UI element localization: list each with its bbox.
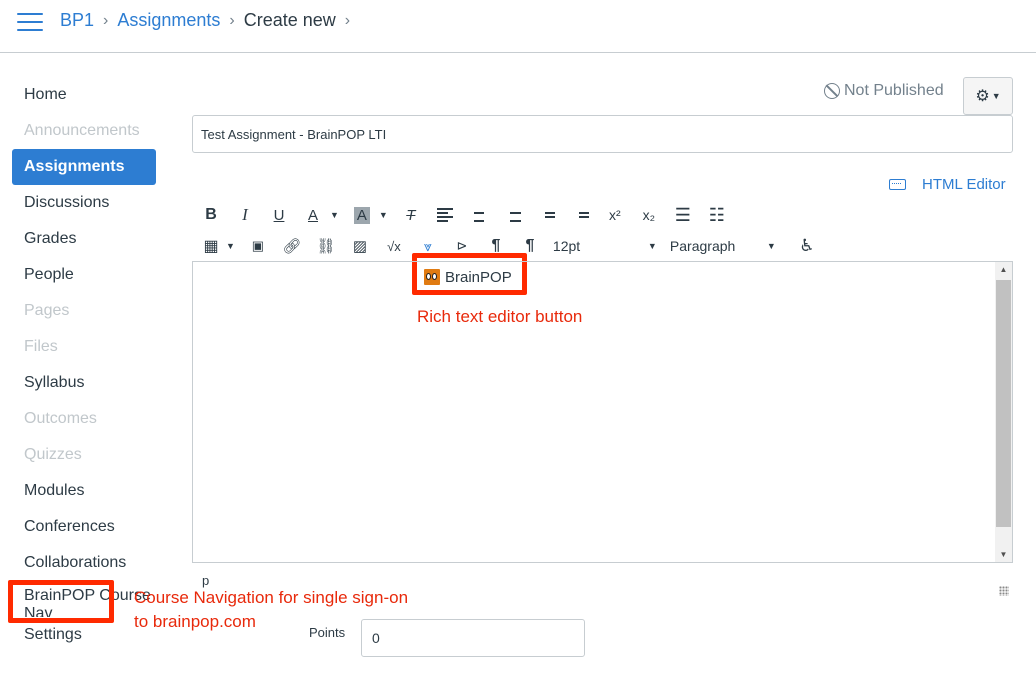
sidebar-item-discussions[interactable]: Discussions <box>12 185 156 221</box>
font-color-button[interactable]: A <box>302 203 324 227</box>
sidebar-item-pages[interactable]: Pages <box>12 293 156 329</box>
publish-status: Not Published <box>824 82 944 100</box>
sidebar-item-assignments[interactable]: Assignments <box>12 149 156 185</box>
bold-button[interactable]: B <box>200 203 222 227</box>
font-color-dropdown-icon[interactable]: ▼ <box>330 210 339 220</box>
chevron-right-icon: › <box>344 11 351 29</box>
unlink-icon: ⛓︎ <box>316 238 336 255</box>
apps-button[interactable]: ⩔ <box>417 234 439 258</box>
superscript-button[interactable]: x² <box>604 203 626 227</box>
table-button[interactable]: ▦ <box>200 234 222 258</box>
align-center-button[interactable] <box>468 203 490 227</box>
math-equation-button[interactable]: √x <box>383 234 405 258</box>
chevron-right-icon: › <box>229 11 235 29</box>
indent-button[interactable] <box>570 203 592 227</box>
background-color-button[interactable]: A <box>351 203 373 227</box>
link-icon: 🔗︎ <box>282 238 302 255</box>
apps-icon: ⩔ <box>423 237 432 254</box>
caret-down-icon: ▼ <box>647 241 657 251</box>
link-button[interactable]: 🔗︎ <box>281 234 303 258</box>
numbered-list-icon: ☷ <box>708 204 725 225</box>
breadcrumb-assignments[interactable]: Assignments <box>117 10 220 31</box>
sidebar-item-outcomes[interactable]: Outcomes <box>12 401 156 437</box>
points-label: Points <box>309 625 346 640</box>
align-right-button[interactable] <box>502 203 524 227</box>
sidebar-item-people[interactable]: People <box>12 257 156 293</box>
settings-menu-button[interactable]: ⚙ ▼ <box>963 77 1013 115</box>
keyboard-icon <box>889 179 906 190</box>
image-button[interactable]: ▨ <box>349 234 371 258</box>
caret-down-icon: ▼ <box>991 91 1001 101</box>
breadcrumb: BP1 › Assignments › Create new › <box>60 10 359 31</box>
brainpop-editor-button[interactable]: BrainPOP <box>424 266 512 288</box>
breadcrumb-current: Create new <box>243 10 336 30</box>
bullet-list-button[interactable]: ☰ <box>672 203 694 227</box>
outdent-button[interactable] <box>536 203 558 227</box>
sidebar-item-conferences[interactable]: Conferences <box>12 509 156 545</box>
sidebar-item-collaborations[interactable]: Collaborations <box>12 545 156 581</box>
editor-scrollbar[interactable]: ▲ ▼ <box>995 262 1012 562</box>
accessibility-checker-button[interactable]: ♿︎ <box>796 234 818 258</box>
media-button[interactable]: ▣ <box>247 234 269 258</box>
subscript-button[interactable]: x₂ <box>638 203 660 227</box>
gear-icon: ⚙ <box>975 88 990 105</box>
sidebar-item-syllabus[interactable]: Syllabus <box>12 365 156 401</box>
embed-video-button[interactable]: ⊳ <box>451 234 473 258</box>
scroll-down-icon[interactable]: ▼ <box>995 550 1012 559</box>
html-editor-toggle[interactable]: HTML Editor <box>889 176 1006 193</box>
menu-icon[interactable] <box>17 13 43 31</box>
brainpop-button-label: BrainPOP <box>445 268 512 286</box>
clear-formatting-button[interactable]: T <box>400 203 422 227</box>
font-size-select[interactable]: 12pt ▼ <box>553 238 658 254</box>
video-icon: ⊳ <box>456 238 468 253</box>
publish-status-label: Not Published <box>844 82 944 99</box>
brainpop-icon <box>424 269 440 285</box>
editor-status-path: p <box>202 573 210 588</box>
editor-toolbar-row-2: ▦ ▼ ▣ 🔗︎ ⛓︎ ▨ √x ⩔ ⊳ ¶ ¶ 12pt ▼ Paragraph… <box>200 234 830 258</box>
sidebar-item-announcements[interactable]: Announcements <box>12 113 156 149</box>
background-color-dropdown-icon[interactable]: ▼ <box>379 210 388 220</box>
sidebar-item-quizzes[interactable]: Quizzes <box>12 437 156 473</box>
course-navigation: Home Announcements Assignments Discussio… <box>12 77 156 653</box>
sidebar-item-home[interactable]: Home <box>12 77 156 113</box>
bullet-list-icon: ☰ <box>674 204 691 225</box>
chevron-right-icon: › <box>103 11 109 29</box>
sidebar-item-files[interactable]: Files <box>12 329 156 365</box>
sidebar-item-grades[interactable]: Grades <box>12 221 156 257</box>
scrollbar-thumb[interactable] <box>996 280 1011 527</box>
underline-button[interactable]: U <box>268 203 290 227</box>
background-color-label: A <box>353 206 370 224</box>
scroll-up-icon[interactable]: ▲ <box>995 265 1012 274</box>
not-published-icon <box>824 83 840 99</box>
film-icon: ▣ <box>251 238 265 253</box>
unlink-button[interactable]: ⛓︎ <box>315 234 337 258</box>
italic-button[interactable]: I <box>234 203 256 227</box>
align-left-button[interactable] <box>434 203 456 227</box>
sidebar-item-modules[interactable]: Modules <box>12 473 156 509</box>
font-size-value: 12pt <box>552 238 581 254</box>
image-icon: ▨ <box>352 238 368 255</box>
rich-content-editor[interactable]: ▲ ▼ <box>192 261 1013 563</box>
annotation-box-course-nav <box>8 580 114 623</box>
table-icon: ▦ <box>203 238 219 255</box>
top-header: BP1 › Assignments › Create new › <box>0 0 1036 53</box>
rtl-button[interactable]: ¶ <box>519 234 541 258</box>
ltr-button[interactable]: ¶ <box>485 234 507 258</box>
resize-handle-icon[interactable] <box>999 586 1009 596</box>
numbered-list-button[interactable]: ☷ <box>706 203 728 227</box>
editor-toolbar-row-1: B I U A ▼ A ▼ T x² x₂ ☰ ☷ <box>200 203 740 227</box>
table-dropdown-icon[interactable]: ▼ <box>226 241 235 251</box>
block-format-select[interactable]: Paragraph ▼ <box>670 238 790 254</box>
breadcrumb-course[interactable]: BP1 <box>60 10 94 31</box>
caret-down-icon: ▼ <box>766 241 776 251</box>
block-format-value: Paragraph <box>669 238 736 254</box>
assignment-title-input[interactable] <box>192 115 1013 153</box>
points-input[interactable] <box>361 619 585 657</box>
html-editor-label: HTML Editor <box>922 176 1006 193</box>
accessibility-icon: ♿︎ <box>799 236 815 255</box>
